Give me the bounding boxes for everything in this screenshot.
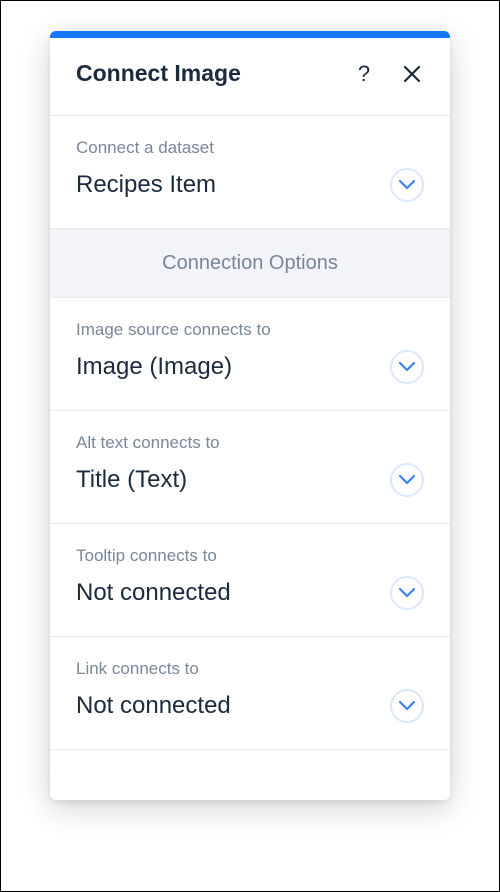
tooltip-value: Not connected: [76, 579, 390, 608]
bottom-spacer: [50, 750, 450, 800]
image-source-label: Image source connects to: [76, 320, 424, 340]
image-source-section: Image source connects to Image (Image): [50, 298, 450, 411]
connect-image-panel: Connect Image ? Connect a dataset Recipe…: [50, 31, 450, 800]
tooltip-section: Tooltip connects to Not connected: [50, 524, 450, 637]
alt-text-section: Alt text connects to Title (Text): [50, 411, 450, 524]
alt-text-value: Title (Text): [76, 466, 390, 495]
link-value: Not connected: [76, 692, 390, 721]
alt-text-select[interactable]: Title (Text): [76, 463, 424, 497]
dataset-value: Recipes Item: [76, 171, 390, 200]
chevron-down-icon: [390, 168, 424, 202]
link-select[interactable]: Not connected: [76, 689, 424, 723]
dataset-label: Connect a dataset: [76, 138, 424, 158]
accent-bar: [50, 31, 450, 38]
chevron-down-icon: [390, 463, 424, 497]
tooltip-label: Tooltip connects to: [76, 546, 424, 566]
chevron-down-icon: [390, 350, 424, 384]
help-icon[interactable]: ?: [352, 62, 376, 86]
dataset-section: Connect a dataset Recipes Item: [50, 116, 450, 229]
tooltip-select[interactable]: Not connected: [76, 576, 424, 610]
panel-header: Connect Image ?: [50, 38, 450, 116]
image-source-value: Image (Image): [76, 353, 390, 382]
chevron-down-icon: [390, 576, 424, 610]
link-label: Link connects to: [76, 659, 424, 679]
link-section: Link connects to Not connected: [50, 637, 450, 750]
close-icon[interactable]: [400, 62, 424, 86]
header-actions: ?: [352, 62, 424, 86]
dataset-select[interactable]: Recipes Item: [76, 168, 424, 202]
chevron-down-icon: [390, 689, 424, 723]
alt-text-label: Alt text connects to: [76, 433, 424, 453]
connection-options-header: Connection Options: [50, 229, 450, 298]
image-source-select[interactable]: Image (Image): [76, 350, 424, 384]
panel-title: Connect Image: [76, 60, 352, 87]
